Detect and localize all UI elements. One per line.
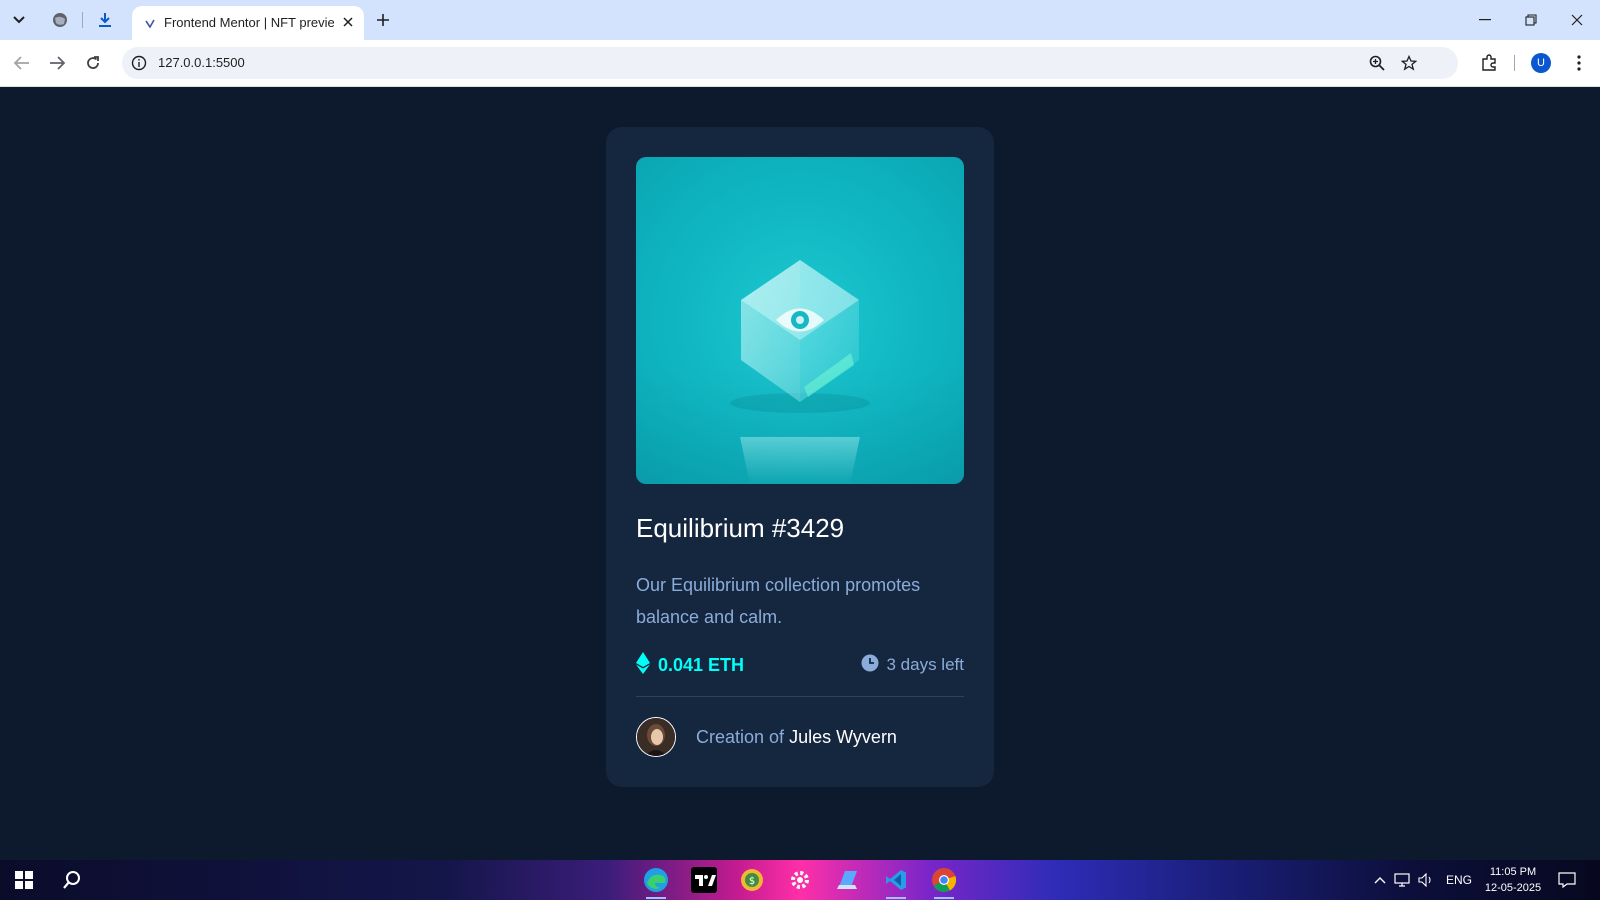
file-manager-app-icon[interactable] <box>832 864 864 896</box>
reload-icon[interactable] <box>81 51 105 75</box>
system-clock[interactable]: 11:05 PM 12-05-2025 <box>1482 864 1544 896</box>
search-icon[interactable] <box>56 864 88 896</box>
globe-icon[interactable] <box>47 7 73 33</box>
frontend-mentor-favicon-icon <box>144 17 156 29</box>
forward-icon[interactable] <box>45 51 69 75</box>
avatar <box>636 717 676 757</box>
url-text: 127.0.0.1:5500 <box>158 55 245 70</box>
menu-icon[interactable] <box>1568 52 1590 74</box>
time-left-block: 3 days left <box>861 653 965 677</box>
browser-toolbar: 127.0.0.1:5500 U <box>0 40 1600 87</box>
creator-prefix: Creation of <box>696 727 785 747</box>
edge-app-icon[interactable] <box>640 864 672 899</box>
tab-separator <box>82 12 83 28</box>
creator-line: Creation of Jules Wyvern <box>696 727 897 748</box>
tab-title: Frontend Mentor | NFT preview card compo… <box>164 15 334 30</box>
star-icon[interactable] <box>1399 53 1419 73</box>
language-text: ENG <box>1446 873 1473 887</box>
restore-icon[interactable] <box>1508 0 1554 40</box>
info-icon[interactable] <box>130 54 148 72</box>
card-title[interactable]: Equilibrium #3429 <box>636 513 844 544</box>
zoom-icon[interactable] <box>1367 53 1387 73</box>
clock-date: 12-05-2025 <box>1484 882 1542 894</box>
volume-icon[interactable] <box>1418 860 1434 900</box>
download-icon[interactable] <box>92 7 118 33</box>
nft-card: Equilibrium #3429 Our Equilibrium collec… <box>606 127 994 787</box>
back-icon[interactable] <box>10 51 34 75</box>
ethereum-icon <box>636 651 650 679</box>
tradingview-app-icon[interactable] <box>688 864 720 896</box>
tab-strip: Frontend Mentor | NFT preview card compo… <box>0 0 1600 40</box>
clock-time: 11:05 PM <box>1489 866 1537 878</box>
clock-icon <box>861 654 879 677</box>
creator-name-link[interactable]: Jules Wyvern <box>789 727 897 747</box>
card-divider <box>636 696 964 697</box>
price-block: 0.041 ETH <box>636 651 745 679</box>
close-window-icon[interactable] <box>1554 0 1600 40</box>
tray-chevron-icon[interactable] <box>1374 860 1386 900</box>
time-left-value: 3 days left <box>886 655 965 674</box>
windows-start-icon[interactable] <box>8 864 40 896</box>
address-bar[interactable]: 127.0.0.1:5500 <box>122 47 1458 79</box>
notification-icon[interactable] <box>1558 860 1576 900</box>
close-icon[interactable] <box>340 14 356 30</box>
plus-icon[interactable] <box>371 8 395 32</box>
extensions-icon[interactable] <box>1478 52 1500 74</box>
network-icon[interactable] <box>1394 860 1412 900</box>
page-viewport: Equilibrium #3429 Our Equilibrium collec… <box>0 87 1600 860</box>
chrome-app-icon[interactable] <box>928 864 960 899</box>
minimize-icon[interactable] <box>1462 0 1508 40</box>
image-floor <box>636 367 964 484</box>
settings-gear-icon[interactable] <box>784 864 816 896</box>
toolbar-separator <box>1514 55 1515 71</box>
nft-image[interactable] <box>636 157 964 484</box>
profile-avatar[interactable]: U <box>1531 53 1551 73</box>
price-value: 0.041 ETH <box>658 654 745 675</box>
card-description: Our Equilibrium collection promotes bala… <box>636 575 921 627</box>
tab-search-icon[interactable] <box>6 7 32 33</box>
svg-text:$: $ <box>749 876 755 887</box>
money-app-icon[interactable]: $ <box>736 864 768 896</box>
vscode-app-icon[interactable] <box>880 864 912 899</box>
windows-taskbar: $ ENG 11:05 PM 12-05-2025 <box>0 860 1600 900</box>
language-indicator[interactable]: ENG <box>1446 860 1472 900</box>
tab-active[interactable]: Frontend Mentor | NFT preview card compo… <box>132 6 364 40</box>
